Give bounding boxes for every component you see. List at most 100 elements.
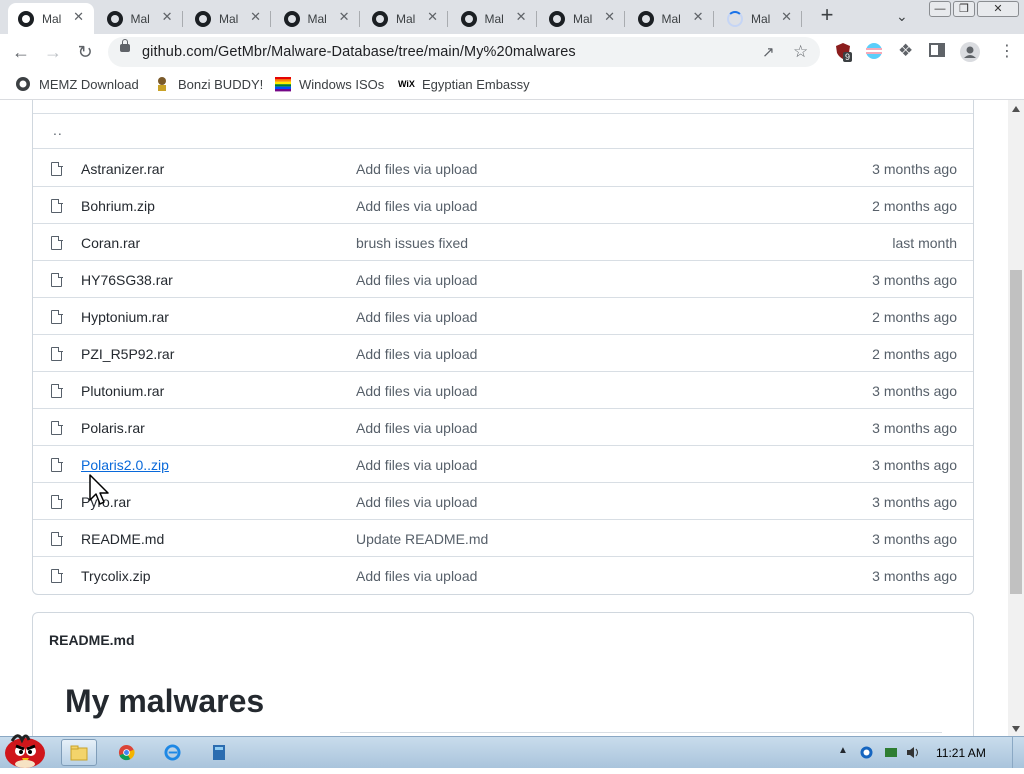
file-name-link[interactable]: Bohrium.zip — [81, 198, 155, 214]
file-row[interactable]: README.md Update README.md 3 months ago — [33, 520, 973, 557]
commit-age: last month — [892, 235, 957, 251]
close-tab-icon[interactable]: ✕ — [781, 9, 792, 25]
commit-message-link[interactable]: Add files via upload — [356, 161, 477, 177]
flag-extension-icon[interactable] — [865, 42, 883, 64]
file-row[interactable]: Coran.rar brush issues fixed last month — [33, 224, 973, 261]
commit-message-link[interactable]: brush issues fixed — [356, 235, 468, 251]
windows-taskbar: ▲ 11:21 AM — [0, 734, 1024, 768]
extension-shield-icon[interactable]: 9 — [835, 42, 853, 64]
parent-directory-row[interactable]: .. — [33, 113, 973, 149]
profile-avatar-icon[interactable] — [960, 42, 980, 66]
url-text[interactable]: github.com/GetMbr/Malware-Database/tree/… — [142, 44, 576, 60]
commit-message-link[interactable]: Add files via upload — [356, 568, 477, 584]
bookmark-star-icon[interactable]: ☆ — [793, 42, 808, 62]
file-row[interactable]: Plutonium.rar Add files via upload 3 month… — [33, 372, 973, 409]
file-row[interactable]: Pyro.rar Add files via upload 3 months ago — [33, 483, 973, 520]
commit-age: 2 months ago — [872, 198, 957, 214]
file-row[interactable]: Trycolix.zip Add files via upload 3 months… — [33, 557, 973, 594]
bookmark-egyptian-embassy[interactable]: WiX Egyptian Embassy — [398, 76, 530, 92]
scroll-thumb[interactable] — [1010, 270, 1022, 594]
back-button[interactable]: ← — [10, 41, 32, 63]
commit-message-link[interactable]: Add files via upload — [356, 383, 477, 399]
file-name-link[interactable]: Hyptonium.rar — [81, 309, 169, 325]
scroll-up-arrow-icon[interactable] — [1012, 106, 1020, 112]
file-row[interactable]: Hyptonium.rar Add files via upload 2 month… — [33, 298, 973, 335]
close-tab-icon[interactable]: ✕ — [162, 9, 173, 25]
taskbar-app-button[interactable] — [201, 739, 237, 766]
restore-button[interactable]: ❐ — [953, 1, 975, 17]
close-tab-icon[interactable]: ✕ — [516, 9, 527, 25]
browser-toolbar: ← → ↻ github.com/GetMbr/Malware-Database… — [0, 34, 1024, 70]
commit-message-link[interactable]: Add files via upload — [356, 346, 477, 362]
scroll-down-arrow-icon[interactable] — [1012, 726, 1020, 732]
browser-tab[interactable]: Mal ✕ — [539, 3, 625, 34]
taskbar-ie-button[interactable] — [155, 739, 191, 766]
lock-icon[interactable] — [120, 39, 130, 52]
browser-tab[interactable]: Mal ✕ — [716, 3, 802, 34]
browser-tab[interactable]: Mal ✕ — [451, 3, 537, 34]
tray-battery-icon[interactable] — [884, 746, 897, 758]
close-tab-icon[interactable]: ✕ — [693, 9, 704, 25]
tray-show-hidden-icon[interactable]: ▲ — [838, 745, 850, 757]
taskbar-clock[interactable]: 11:21 AM — [936, 746, 986, 760]
file-name-link[interactable]: Polaris2.0..zip — [81, 457, 169, 473]
file-row[interactable]: Polaris.rar Add files via upload 3 months … — [33, 409, 973, 446]
show-desktop-button[interactable] — [1012, 737, 1024, 768]
parent-directory-link[interactable]: .. — [53, 122, 63, 138]
close-tab-icon[interactable]: ✕ — [604, 9, 615, 25]
side-panel-icon[interactable] — [929, 43, 945, 61]
close-tab-icon[interactable]: ✕ — [339, 9, 350, 25]
taskbar-explorer-button[interactable] — [61, 739, 97, 766]
file-row[interactable]: PZI_R5P92.rar Add files via upload 2 month… — [33, 335, 973, 372]
file-name-link[interactable]: README.md — [81, 531, 164, 547]
file-name-link[interactable]: HY76SG38.rar — [81, 272, 173, 288]
new-tab-button[interactable]: + — [816, 4, 838, 27]
browser-tab[interactable]: Mal ✕ — [362, 3, 448, 34]
commit-message-link[interactable]: Add files via upload — [356, 494, 477, 510]
file-row[interactable]: HY76SG38.rar Add files via upload 3 months… — [33, 261, 973, 298]
file-name-link[interactable]: Trycolix.zip — [81, 568, 151, 584]
commit-message-link[interactable]: Add files via upload — [356, 457, 477, 473]
file-row[interactable]: Polaris2.0..zip Add files via upload 3 mon… — [33, 446, 973, 483]
browser-tab[interactable]: Mal ✕ — [8, 3, 94, 34]
commit-age: 3 months ago — [872, 531, 957, 547]
file-name-link[interactable]: Plutonium.rar — [81, 383, 164, 399]
kebab-menu-icon[interactable]: ⋮ — [999, 41, 1015, 61]
page-scrollbar[interactable] — [1008, 100, 1024, 736]
file-name-link[interactable]: Coran.rar — [81, 235, 140, 251]
close-tab-icon[interactable]: ✕ — [250, 9, 261, 25]
bookmark-windows-isos[interactable]: Windows ISOs — [275, 76, 384, 92]
browser-tab[interactable]: Mal ✕ — [628, 3, 714, 34]
commit-message-link[interactable]: Add files via upload — [356, 272, 477, 288]
bookmark-memz[interactable]: MEMZ Download — [15, 76, 139, 92]
file-name-link[interactable]: PZI_R5P92.rar — [81, 346, 174, 362]
tray-volume-icon[interactable] — [906, 746, 918, 758]
commit-message-link[interactable]: Add files via upload — [356, 309, 477, 325]
commit-message-link[interactable]: Add files via upload — [356, 420, 477, 436]
close-window-button[interactable]: ✕ — [977, 1, 1019, 17]
file-row[interactable]: Bohrium.zip Add files via upload 2 months … — [33, 187, 973, 224]
file-name-link[interactable]: Astranizer.rar — [81, 161, 164, 177]
commit-message-link[interactable]: Add files via upload — [356, 198, 477, 214]
address-bar[interactable]: github.com/GetMbr/Malware-Database/tree/… — [108, 37, 820, 67]
browser-tab[interactable]: Mal ✕ — [274, 3, 360, 34]
close-tab-icon[interactable]: ✕ — [427, 9, 438, 25]
browser-tab[interactable]: Mal ✕ — [185, 3, 271, 34]
extensions-puzzle-icon[interactable]: ❖ — [898, 41, 913, 61]
start-button-angry-bird-icon[interactable] — [2, 731, 48, 769]
file-row[interactable]: Astranizer.rar Add files via upload 3 mont… — [33, 150, 973, 187]
minimize-button[interactable]: — — [929, 1, 951, 17]
reload-button[interactable]: ↻ — [74, 41, 96, 63]
close-tab-icon[interactable]: ✕ — [73, 9, 84, 25]
tab-separator — [358, 11, 360, 27]
browser-tab[interactable]: Mal ✕ — [97, 3, 183, 34]
commit-message-link[interactable]: Update README.md — [356, 531, 488, 547]
tray-network-icon[interactable] — [860, 746, 873, 759]
bookmark-bonzi[interactable]: Bonzi BUDDY! — [154, 76, 263, 92]
file-name-link[interactable]: Polaris.rar — [81, 420, 145, 436]
taskbar-chrome-button[interactable] — [109, 739, 145, 766]
file-icon — [51, 494, 63, 509]
tab-search-chevron-icon[interactable]: ⌄ — [896, 8, 908, 25]
forward-button[interactable]: → — [42, 41, 64, 63]
share-icon[interactable]: ↗ — [762, 43, 775, 61]
